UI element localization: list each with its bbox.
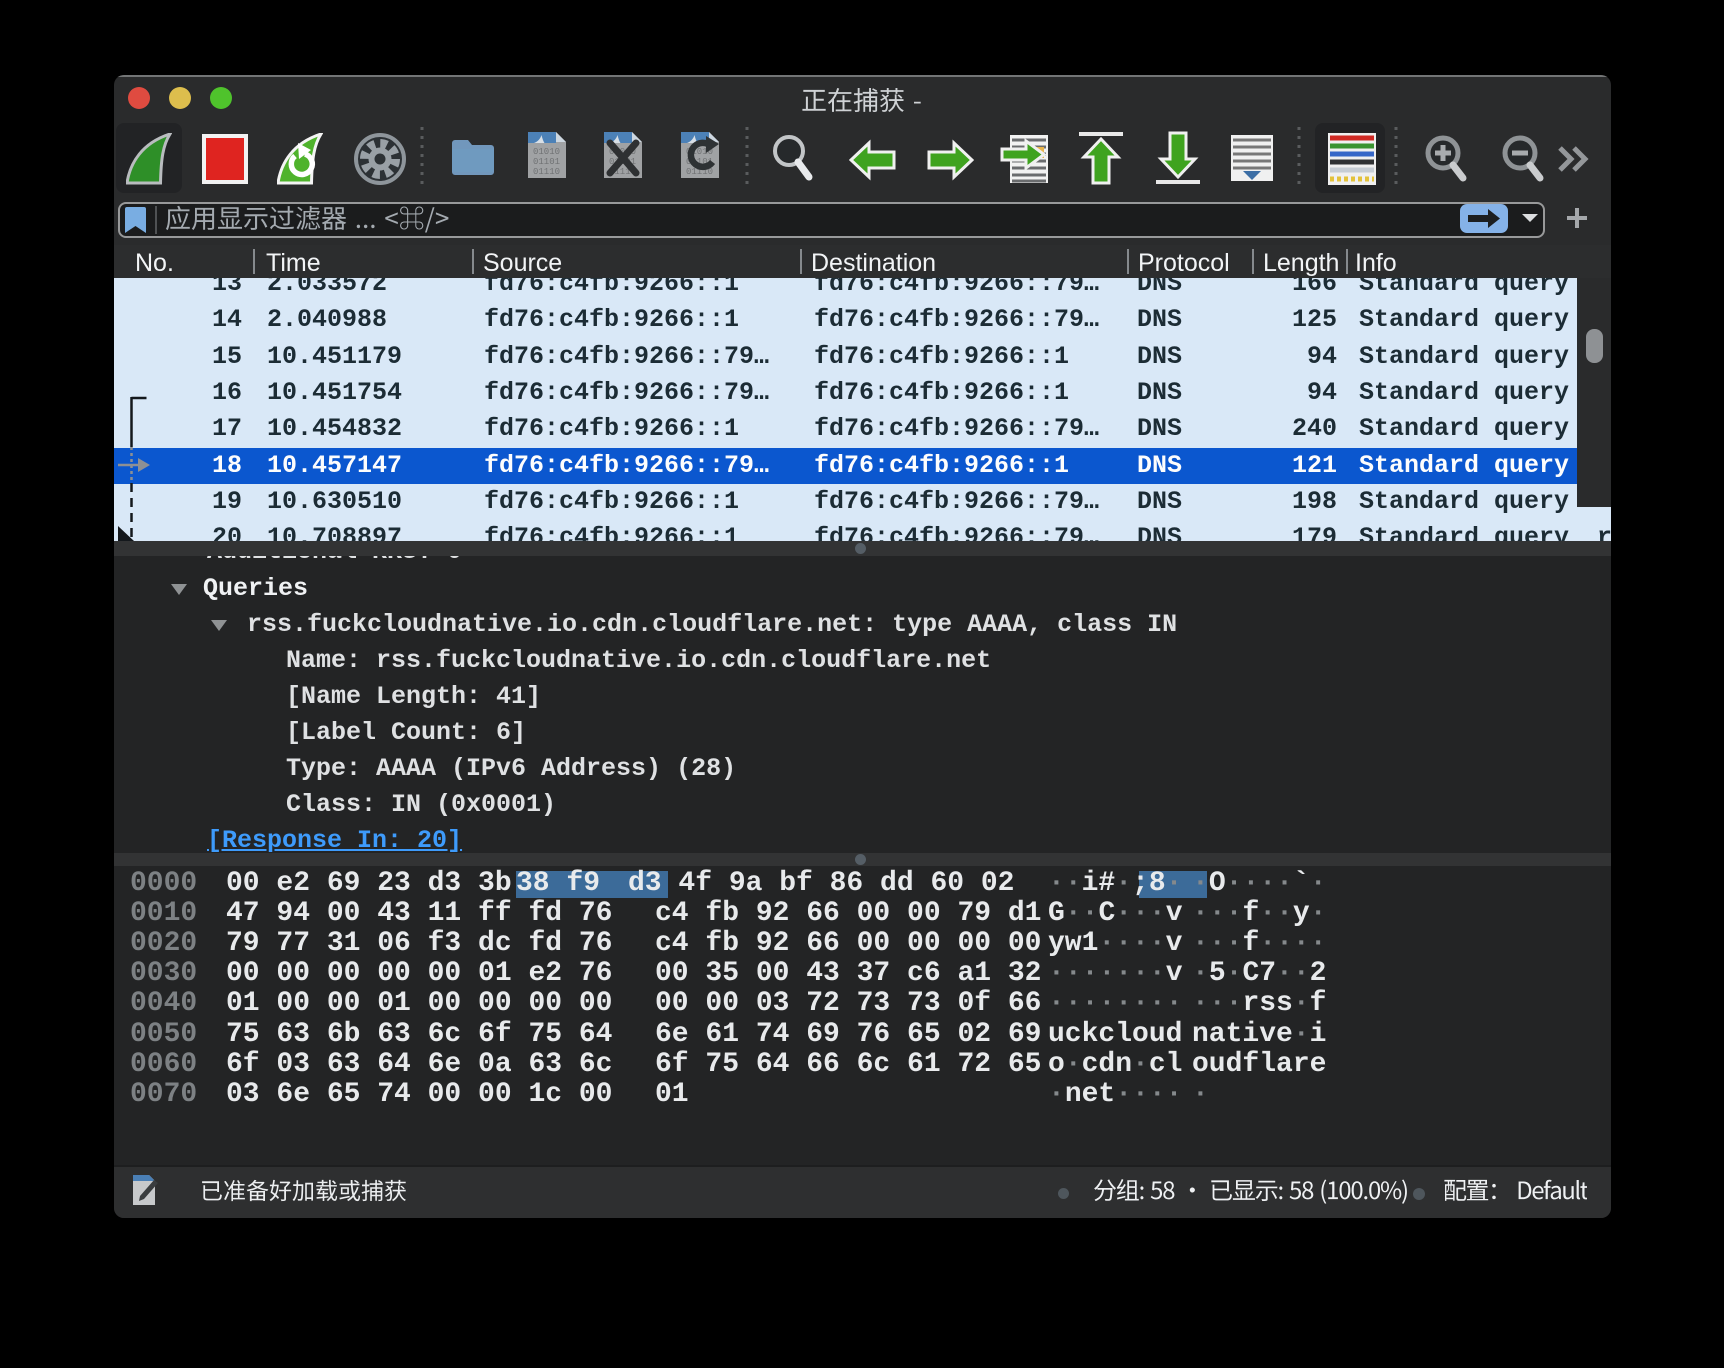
svg-text:01101: 01101 — [533, 157, 560, 167]
svg-text:01010: 01010 — [533, 147, 560, 157]
svg-text:01110: 01110 — [533, 167, 560, 177]
